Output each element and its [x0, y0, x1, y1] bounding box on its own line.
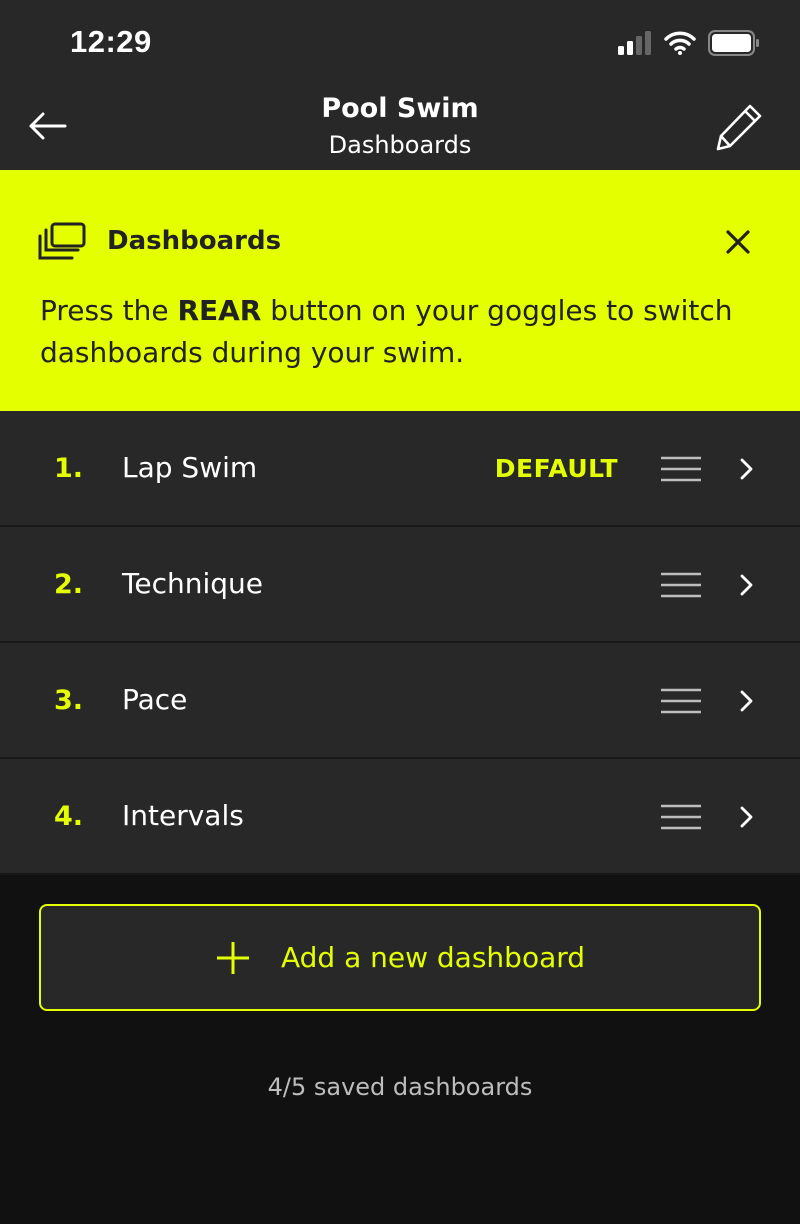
- dashboard-name: Technique: [122, 567, 263, 600]
- dashboard-row-technique[interactable]: 2. Technique: [0, 527, 800, 643]
- wifi-icon: [664, 31, 696, 55]
- page-subtitle: Dashboards: [328, 131, 472, 159]
- dashboard-name: Intervals: [122, 799, 244, 832]
- chevron-right-icon: [740, 574, 753, 596]
- page-title: Pool Swim: [321, 93, 479, 124]
- saved-dashboards-count: 4/5 saved dashboards: [267, 1073, 533, 1101]
- dashboard-row-lap-swim[interactable]: 1. Lap Swim DEFAULT: [0, 411, 800, 527]
- dashboard-number: 2.: [54, 569, 84, 600]
- default-badge: DEFAULT: [494, 454, 618, 483]
- info-banner: Dashboards Press the REAR button on your…: [0, 170, 800, 411]
- dashboard-number: 3.: [54, 685, 84, 716]
- dashboard-list: 1. Lap Swim DEFAULT 2. Technique 3. Pace…: [0, 411, 800, 875]
- drag-handle-icon[interactable]: [660, 455, 702, 483]
- nav-bar: Pool Swim Dashboards: [0, 88, 800, 170]
- signal-icon: [618, 31, 651, 55]
- dashboard-row-pace[interactable]: 3. Pace: [0, 643, 800, 759]
- banner-text-bold: REAR: [177, 294, 262, 327]
- stacked-screens-icon: [38, 222, 86, 260]
- drag-handle-icon[interactable]: [660, 571, 702, 599]
- add-dashboard-button[interactable]: Add a new dashboard: [39, 904, 761, 1011]
- chevron-right-icon: [740, 806, 753, 828]
- banner-title: Dashboards: [107, 226, 282, 256]
- dashboard-name: Pace: [122, 683, 188, 716]
- chevron-right-icon: [740, 690, 753, 712]
- edit-button[interactable]: [714, 102, 764, 152]
- add-dashboard-label: Add a new dashboard: [280, 941, 586, 974]
- banner-message: Press the REAR button on your goggles to…: [40, 290, 780, 374]
- banner-close-button[interactable]: [722, 226, 754, 258]
- dashboard-number: 1.: [54, 453, 84, 484]
- chevron-right-icon: [740, 458, 753, 480]
- dashboard-number: 4.: [54, 801, 84, 832]
- dashboard-name: Lap Swim: [122, 451, 258, 484]
- banner-text-before: Press the: [40, 294, 178, 327]
- drag-handle-icon[interactable]: [660, 803, 702, 831]
- drag-handle-icon[interactable]: [660, 687, 702, 715]
- status-bar: 12:29: [0, 0, 800, 88]
- status-icons: [618, 30, 760, 56]
- status-time: 12:29: [70, 24, 152, 59]
- battery-icon: [708, 30, 759, 56]
- close-icon: [726, 230, 750, 254]
- pencil-icon: [716, 104, 762, 151]
- plus-icon: [216, 941, 249, 974]
- dashboard-row-intervals[interactable]: 4. Intervals: [0, 759, 800, 875]
